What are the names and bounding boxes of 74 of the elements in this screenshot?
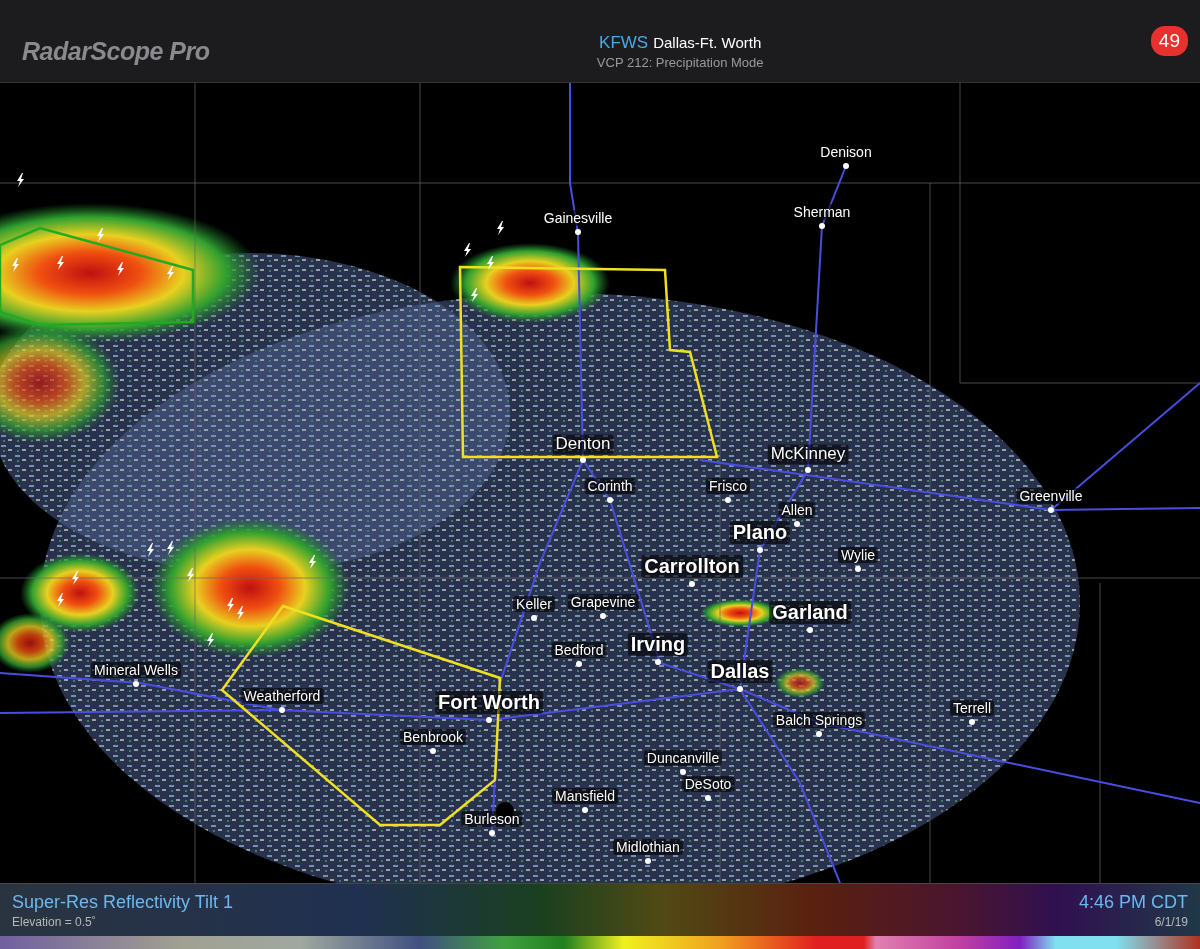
city-label: Frisco (705, 477, 751, 494)
lightning-icon (237, 606, 244, 620)
city-dot (737, 686, 743, 692)
city-label: Balch Springs (772, 711, 866, 728)
lightning-icon (17, 173, 24, 187)
lightning-icon (147, 543, 154, 557)
city-dot (689, 581, 695, 587)
city-dot (430, 748, 436, 754)
city-dot (279, 707, 285, 713)
city-dot (645, 858, 651, 864)
city-label: Allen (778, 501, 816, 518)
lightning-icon (167, 266, 174, 280)
city-dot (607, 497, 613, 503)
city-dot (807, 627, 813, 633)
city-label: Weatherford (240, 687, 324, 704)
city-dot (855, 566, 861, 572)
city-dot (655, 659, 661, 665)
city-dot (489, 830, 495, 836)
lightning-icon (464, 243, 471, 257)
city-dot (757, 547, 763, 553)
city-dot (133, 681, 139, 687)
city-label: Carrollton (641, 555, 743, 578)
city-dot (705, 795, 711, 801)
city-dot (819, 223, 825, 229)
city-label: Dallas (707, 660, 773, 683)
city-dot (1048, 507, 1054, 513)
city-dot (575, 229, 581, 235)
lightning-icon (12, 258, 19, 272)
city-dot (680, 769, 686, 775)
city-dot (969, 719, 975, 725)
lightning-icon (487, 256, 494, 270)
city-dot (816, 731, 822, 737)
city-label: Duncanville (643, 749, 723, 766)
scan-date: 6/1/19 (1154, 914, 1188, 929)
city-label: Garland (769, 601, 851, 624)
lightning-icon (117, 262, 124, 276)
product-name: Super-Res Reflectivity Tilt 1 (12, 891, 234, 913)
city-label: Wylie (837, 546, 879, 563)
lightning-icon (497, 221, 504, 235)
lightning-icon (72, 571, 79, 585)
scan-time: 4:46 PM CDT (1078, 891, 1188, 913)
city-label: Grapevine (567, 593, 639, 610)
lightning-icon (227, 598, 234, 612)
lightning-icon (97, 228, 104, 242)
elevation-label: Elevation = 0.5˚ (12, 914, 97, 929)
vcp-mode: VCP 212: Precipitation Mode (596, 54, 764, 70)
lightning-icon (309, 555, 316, 569)
radar-site-name: Dallas-Ft. Worth (653, 33, 762, 51)
city-label: Plano (729, 521, 791, 544)
app-logo: RadarScope Pro (22, 36, 210, 66)
city-dot (486, 717, 492, 723)
city-dot (531, 615, 537, 621)
city-label: Fort Worth (435, 691, 543, 714)
city-label: Corinth (584, 477, 636, 494)
radar-site-id: KFWS (599, 32, 649, 53)
city-label: McKinney (767, 444, 849, 464)
city-dot (580, 457, 586, 463)
notification-badge[interactable]: 49 (1150, 26, 1188, 56)
lightning-icon (207, 633, 214, 647)
city-label: Irving (627, 633, 689, 656)
city-dot (725, 497, 731, 503)
lightning-icon (187, 568, 194, 582)
lightning-icon (57, 256, 64, 270)
lightning-icon (167, 541, 174, 555)
city-label: Denton (552, 434, 614, 454)
city-dot (794, 521, 800, 527)
city-dot (843, 163, 849, 169)
city-label: DeSoto (681, 775, 735, 792)
city-dot (576, 661, 582, 667)
city-dot (805, 467, 811, 473)
city-dot (600, 613, 606, 619)
lightning-icon (57, 593, 64, 607)
lightning-icon (471, 288, 478, 302)
city-dot (582, 807, 588, 813)
